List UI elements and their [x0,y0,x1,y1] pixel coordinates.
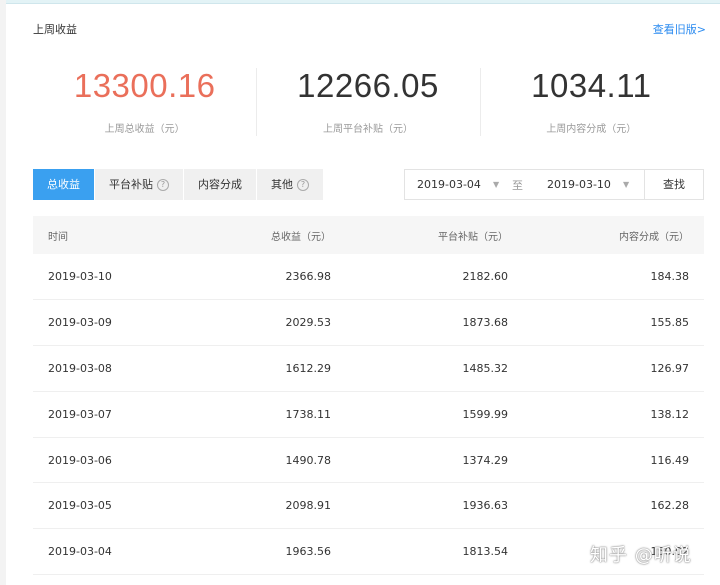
cell-total: 2029.53 [285,315,332,329]
table-row: 2019-03-09 2029.53 1873.68 155.85 [33,300,704,346]
top-border [6,0,720,4]
header-content: 内容分成（元） [619,231,689,243]
cell-platform: 1599.99 [462,407,509,421]
end-date-value: 2019-03-10 [547,178,611,191]
old-version-link[interactable]: 查看旧版> [653,21,706,37]
tab-content[interactable]: 内容分成 [184,169,256,200]
cell-platform: 1873.68 [462,315,509,329]
cell-date: 2019-03-10 [48,269,112,283]
stat-platform-label: 上周平台补贴（元） [322,124,413,135]
help-icon[interactable]: ? [297,178,309,191]
cell-platform: 1485.32 [462,361,509,375]
stat-platform-value: 12266.05 [297,67,439,104]
start-date-value: 2019-03-04 [417,178,481,191]
table-row: 2019-03-08 1612.29 1485.32 126.97 [33,346,704,392]
cell-total: 1490.78 [285,453,332,467]
cell-content: 116.49 [650,453,690,467]
cell-date: 2019-03-06 [48,453,112,467]
stat-total-value: 13300.16 [73,67,216,104]
header-date: 时间 [48,231,68,243]
tab-platform[interactable]: 平台补贴 ? [95,169,183,200]
header-total: 总收益（元） [271,231,331,243]
stat-content-value: 1034.11 [531,67,652,104]
page-title: 上周收益 [33,23,77,36]
cell-total: 2098.91 [285,499,332,513]
cell-date: 2019-03-05 [48,499,112,513]
start-date-input[interactable]: 2019-03-04 ▼ [405,170,500,199]
tab-other-label: 其他 [271,178,293,191]
cell-platform: 1813.54 [462,545,509,559]
cell-total: 1612.29 [285,361,332,375]
date-separator: 至 [512,178,523,192]
cell-content: 155.85 [650,315,690,329]
table-header: 时间 总收益（元） 平台补贴（元） 内容分成（元） [33,216,704,254]
cell-platform: 2182.60 [462,269,509,283]
cell-date: 2019-03-08 [48,361,112,375]
table-row: 2019-03-07 1738.11 1599.99 138.12 [33,392,704,438]
tab-other[interactable]: 其他 ? [257,169,323,200]
cell-total: 2366.98 [285,269,332,283]
cell-platform: 1936.63 [462,499,509,513]
tab-total[interactable]: 总收益 [33,169,94,200]
earnings-table: 时间 总收益（元） 平台补贴（元） 内容分成（元） 2019-03-10 236… [33,216,704,576]
stat-total: 13300.16 上周总收益（元） [33,62,256,142]
table-row: 2019-03-10 2366.98 2182.60 184.38 [33,254,704,300]
table-row: 2019-03-06 1490.78 1374.29 116.49 [33,438,704,484]
stat-total-label: 上周总收益（元） [104,124,185,135]
tab-total-label: 总收益 [47,178,80,191]
stat-content: 1034.11 上周内容分成（元） [479,62,703,142]
help-icon[interactable]: ? [157,178,169,191]
search-button[interactable]: 查找 [644,170,703,199]
cell-content: 150.02 [650,545,690,559]
tab-bar: 总收益 平台补贴 ? 内容分成 其他 ? [33,169,324,200]
end-date-input[interactable]: 2019-03-10 ▼ [535,170,645,199]
cell-total: 1963.56 [285,545,332,559]
cell-content: 126.97 [650,361,690,375]
earnings-page: 上周收益 查看旧版> 13300.16 上周总收益（元） 12266.05 上周… [0,0,720,585]
table-row: 2019-03-05 2098.91 1936.63 162.28 [33,483,704,530]
header-platform: 平台补贴（元） [438,231,508,243]
cell-total: 1738.11 [285,407,332,421]
stat-content-label: 上周内容分成（元） [546,124,637,135]
left-border [0,0,6,585]
cell-date: 2019-03-04 [48,545,112,559]
weekly-stats: 13300.16 上周总收益（元） 12266.05 上周平台补贴（元） 103… [33,62,703,142]
cell-date: 2019-03-09 [48,315,112,329]
cell-content: 138.12 [650,407,690,421]
date-range-picker: 2019-03-04 ▼ 至 2019-03-10 ▼ 查找 [404,169,704,200]
cell-date: 2019-03-07 [48,407,112,421]
cell-content: 162.28 [650,499,690,513]
stat-platform: 12266.05 上周平台补贴（元） [256,62,479,142]
cell-platform: 1374.29 [462,453,509,467]
chevron-down-icon: ▼ [622,180,630,189]
tab-platform-label: 平台补贴 [109,178,153,191]
cell-content: 184.38 [650,269,690,283]
table-row: 2019-03-04 1963.56 1813.54 150.02 [33,529,704,576]
chevron-down-icon: ▼ [492,180,500,189]
tab-content-label: 内容分成 [198,178,242,191]
